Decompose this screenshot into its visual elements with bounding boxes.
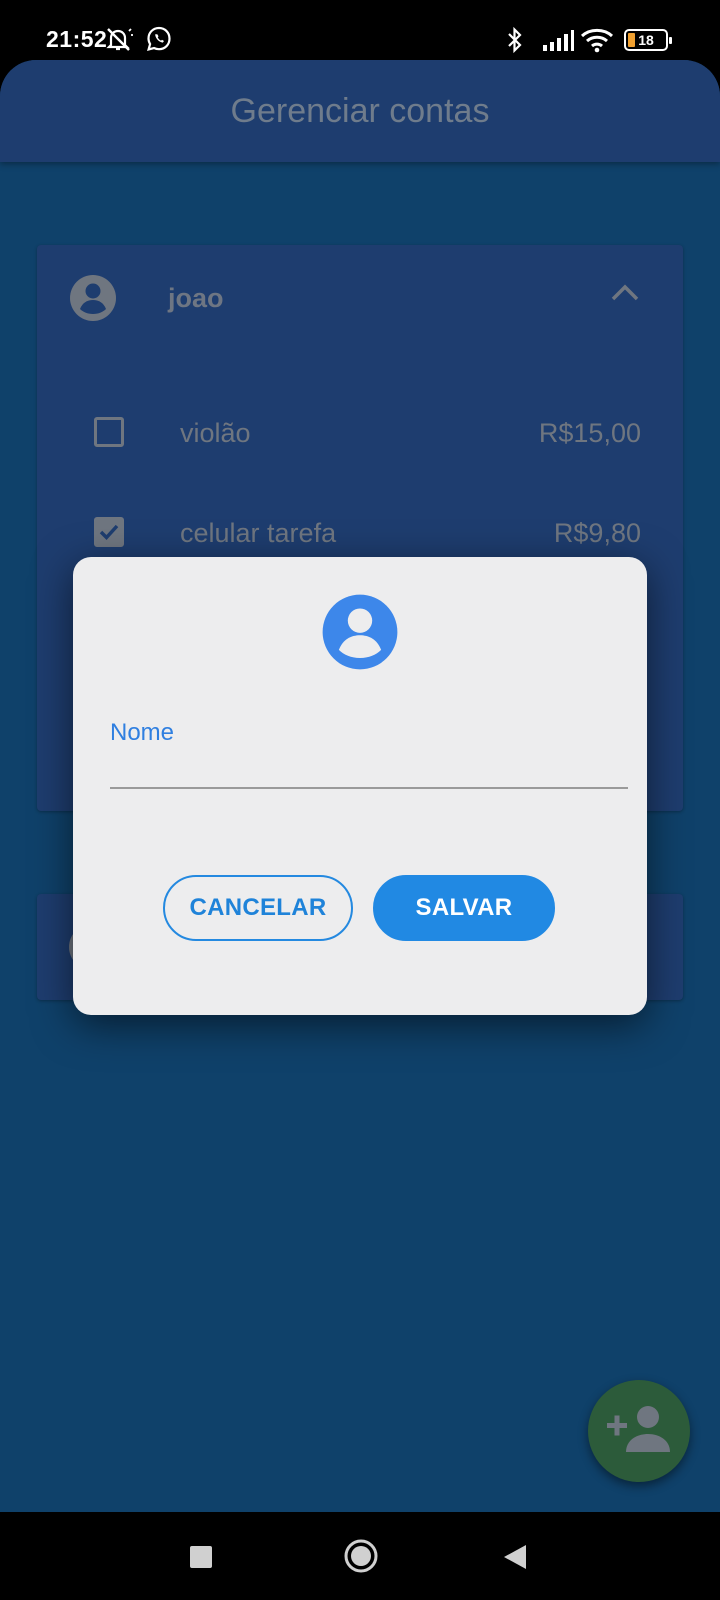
name-input[interactable] xyxy=(110,753,628,789)
save-button[interactable]: SALVAR xyxy=(373,875,555,941)
account-circle-icon xyxy=(321,593,399,676)
navigation-bar xyxy=(0,1512,720,1600)
screen: 21:52 18 Gerenciar contas joao violão R$… xyxy=(0,0,720,1600)
name-field-label: Nome xyxy=(110,719,175,746)
cancel-button[interactable]: CANCELAR xyxy=(163,875,353,941)
back-triangle-icon[interactable] xyxy=(502,1544,528,1575)
add-account-dialog: Nome CANCELAR SALVAR xyxy=(73,557,647,1015)
home-circle-icon[interactable] xyxy=(343,1538,379,1579)
recents-square-icon[interactable] xyxy=(190,1546,212,1573)
